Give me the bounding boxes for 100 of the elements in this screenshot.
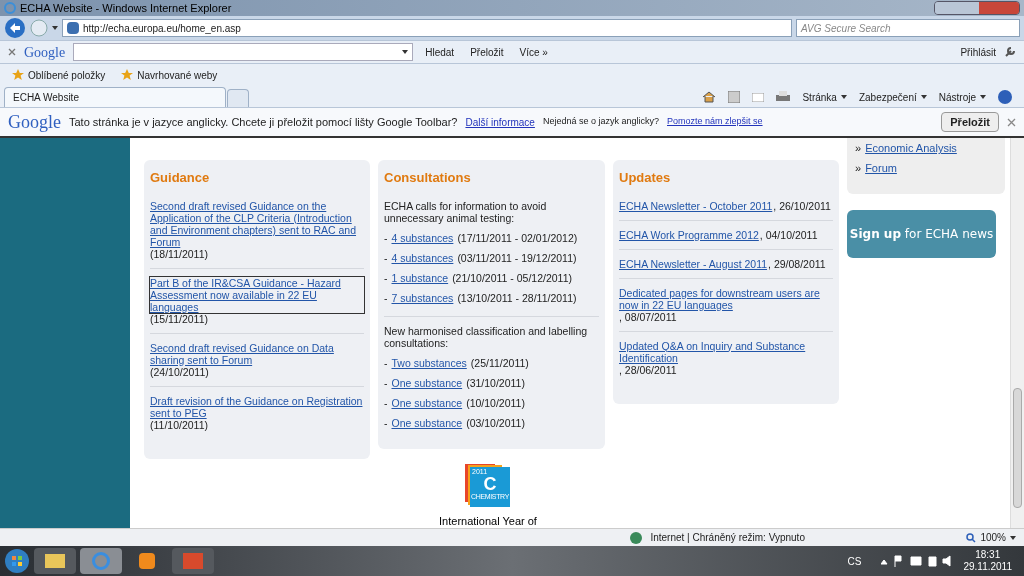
consultation-intro: ECHA calls for information to avoid unnecessary animal testing:	[384, 199, 548, 224]
caret-icon	[1010, 535, 1016, 540]
link-bullet: »	[855, 142, 862, 154]
list-dash: -	[384, 271, 388, 284]
more-info-link[interactable]: Další informace	[465, 114, 535, 130]
clock-date: 29.11.2011	[963, 561, 1012, 573]
browser-tab[interactable]: ECHA Website	[4, 87, 226, 107]
globe-icon	[630, 531, 643, 544]
help-link[interactable]: Pomozte nám zlepšit se	[667, 115, 763, 129]
panel-title: Updates	[619, 169, 672, 187]
guidance-link[interactable]: Part B of the IR&CSA Guidance - Hazard Assessment now available in 22 EU languages	[150, 276, 364, 313]
sidebar-link[interactable]: Forum	[865, 162, 897, 174]
list-dash: -	[384, 231, 388, 244]
address-field[interactable]: http://echa.europa.eu/home_en.asp	[62, 19, 792, 37]
language-indicator[interactable]: CS	[847, 553, 862, 569]
list-dash: -	[384, 416, 388, 429]
consultation-link[interactable]: 7 substances	[391, 291, 454, 304]
zoom-button[interactable]: 100%	[966, 530, 1016, 545]
forward-icon[interactable]	[30, 19, 48, 37]
update-link[interactable]: ECHA Newsletter - August 2011	[619, 257, 768, 270]
signup-banner[interactable]: Sign up for ECHA news	[847, 210, 996, 258]
star-icon	[12, 69, 24, 81]
command-menu[interactable]: Nástroje	[938, 89, 986, 105]
google-search-field[interactable]	[73, 43, 414, 61]
browser-icon	[4, 2, 16, 14]
google-logo: Google	[24, 43, 66, 62]
favorites-button[interactable]: Oblíbené položky	[12, 67, 106, 83]
update-date: , 29/08/2011	[768, 257, 826, 270]
consultation-date: (10/10/2011)	[466, 396, 525, 409]
window-title: ECHA Website - Windows Internet Explorer	[20, 0, 232, 16]
guidance-date: (18/11/2011)	[150, 247, 208, 260]
logo-caption: International Year of	[439, 513, 537, 529]
list-dash: -	[384, 251, 388, 264]
consultation-link[interactable]: One substance	[391, 416, 463, 429]
command-menu[interactable]: Zabezpečení	[858, 89, 927, 105]
sign-in-button[interactable]: Přihlásit	[960, 44, 996, 60]
consultation-link[interactable]: 1 substance	[391, 271, 449, 284]
update-link[interactable]: Dedicated pages for downstream users are now in 22 EU languages	[619, 286, 832, 311]
zoom-icon	[966, 532, 977, 543]
update-date: , 08/07/2011	[619, 310, 677, 323]
printer-icon[interactable]	[776, 91, 791, 103]
guidance-date: (15/11/2011)	[150, 312, 208, 325]
command-menu[interactable]: Stránka	[802, 89, 847, 105]
star-icon	[121, 69, 134, 81]
translate-button[interactable]: Přeložit	[941, 112, 999, 132]
consultation-date: (03/11/2011 - 19/12/2011)	[457, 251, 577, 264]
update-date: , 04/10/2011	[759, 228, 818, 241]
scrollbar[interactable]	[1010, 138, 1024, 528]
update-date: , 26/10/2011	[773, 199, 831, 212]
toolbar-button[interactable]: Více »	[515, 44, 552, 60]
toolbar-button[interactable]: Přeložit	[466, 44, 508, 60]
caret-icon	[920, 95, 927, 99]
consultation-date: (21/10/2011 - 05/12/2011)	[452, 271, 572, 284]
back-icon[interactable]	[4, 17, 26, 39]
google-logo: Google	[8, 110, 61, 134]
list-dash: -	[384, 291, 388, 304]
update-date: , 28/06/2011	[619, 363, 677, 376]
caret-icon	[402, 50, 409, 54]
wrench-icon[interactable]	[1004, 46, 1016, 58]
clock-time: 18:31	[975, 549, 1001, 561]
consultation-date: (31/10/2011)	[466, 376, 525, 389]
consultation-date: (17/11/2011 - 02/01/2012)	[457, 231, 578, 244]
search-field[interactable]: AVG Secure Search	[796, 19, 1020, 37]
panel-title: Guidance	[150, 169, 211, 187]
consultation-link[interactable]: Two substances	[391, 356, 467, 369]
consultation-link[interactable]: 4 substances	[391, 251, 454, 264]
toolbar-button[interactable]: Hledat	[421, 44, 459, 60]
folder-icon[interactable]	[34, 548, 76, 574]
home-icon[interactable]	[702, 91, 717, 103]
start-button[interactable]	[4, 548, 30, 574]
guidance-date: (11/10/2011)	[150, 418, 208, 431]
guidance-link[interactable]: Second draft revised Guidance on the Application of the CLP Criteria (Introduction and Environment chapters) sent to RAC and Forum	[150, 199, 364, 248]
translate-message: Tato stránka je v jazyce anglicky. Chcete ji přeložit pomocí lišty Google Toolbar?	[69, 114, 458, 130]
update-link[interactable]: ECHA Newsletter - October 2011	[619, 199, 773, 212]
logo-letter: C	[483, 474, 497, 493]
list-dash: -	[384, 356, 388, 369]
consultation-link[interactable]: 4 substances	[391, 231, 454, 244]
link-bullet: »	[855, 162, 862, 174]
consultation-date: (25/11/2011)	[470, 356, 529, 369]
list-dash: -	[384, 376, 388, 389]
language-note: Nejedná se o jazyk anglicky?	[542, 115, 659, 129]
window-controls[interactable]	[934, 1, 1020, 15]
consultation-intro: New harmonised classification and labelling consultations:	[384, 324, 589, 349]
close-icon[interactable]	[8, 48, 16, 56]
guidance-link[interactable]: Draft revision of the Guidance on Registration sent to PEG	[150, 394, 364, 419]
tray-icons[interactable]	[881, 555, 952, 567]
update-link[interactable]: ECHA Work Programme 2012	[619, 228, 759, 241]
close-icon[interactable]	[1007, 117, 1016, 127]
consultation-link[interactable]: One substance	[391, 376, 463, 389]
caret-icon	[980, 95, 986, 99]
sidebar-link[interactable]: Economic Analysis	[865, 142, 957, 154]
guidance-date: (24/10/2011)	[150, 365, 209, 378]
panel-title: Consultations	[384, 169, 472, 187]
favorites-button[interactable]: Navrhované weby	[121, 67, 218, 83]
guidance-link[interactable]: Second draft revised Guidance on Data sharing sent to Forum	[150, 341, 364, 366]
update-link[interactable]: Updated Q&A on Inquiry and Substance Identification	[619, 339, 832, 364]
consultation-date: (03/10/2011)	[466, 416, 525, 429]
consultation-link[interactable]: One substance	[391, 396, 463, 409]
signup-text: Sign up for ECHA news	[849, 226, 994, 243]
caret-icon	[840, 95, 847, 99]
